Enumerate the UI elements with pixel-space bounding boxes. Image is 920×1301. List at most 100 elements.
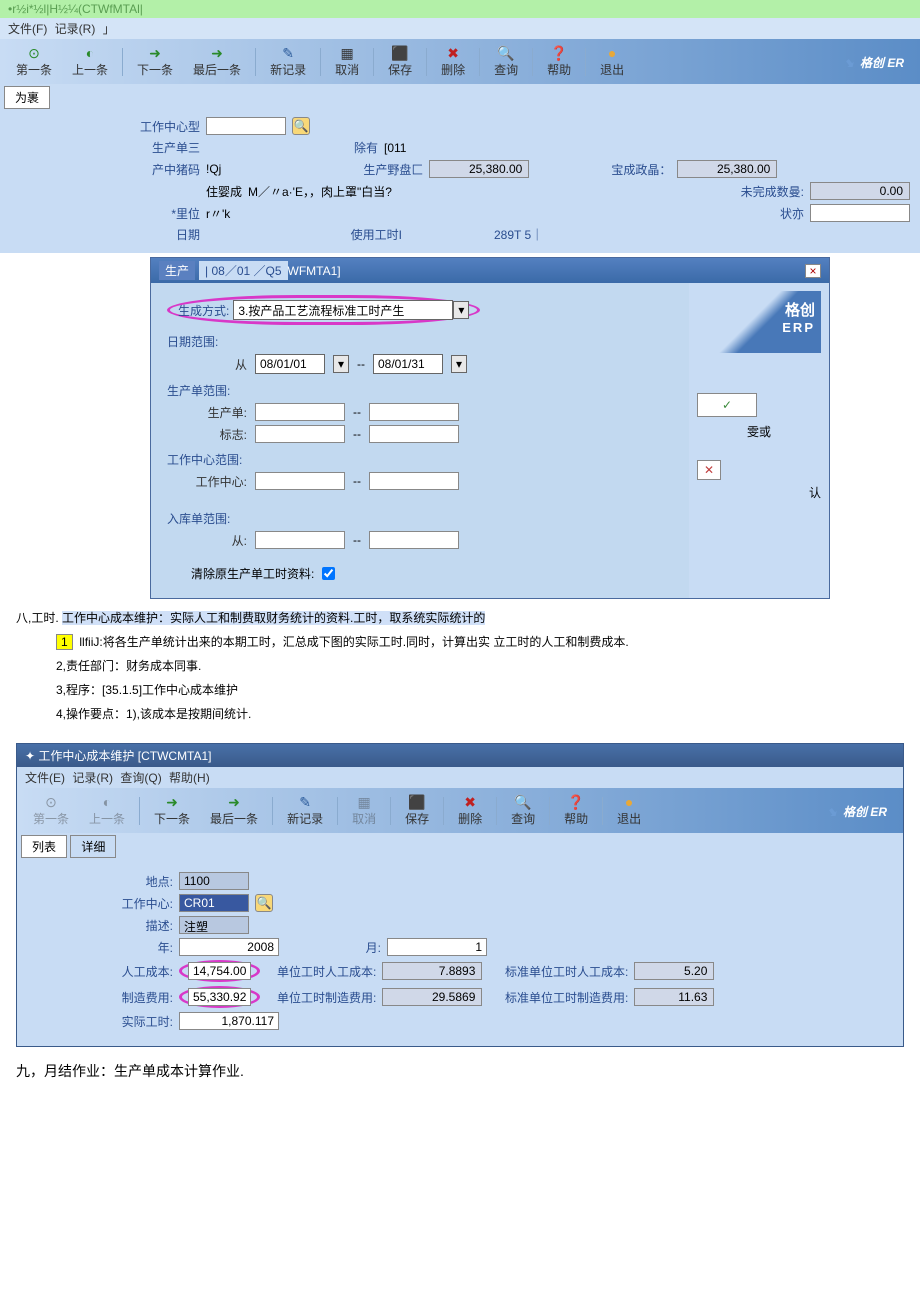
tab-detail[interactable]: 详细 (70, 835, 116, 858)
lbl-labor: 人工成本: (113, 963, 173, 980)
tb2-query[interactable]: 🔍查询 (503, 792, 543, 829)
tb-help[interactable]: ❓帮助 (539, 43, 579, 80)
val-wc2[interactable]: CR01 (179, 894, 249, 912)
val-didian: 1100 (179, 872, 249, 890)
tb2-next[interactable]: ➜下一条 (146, 792, 198, 829)
val-prodye: 25,380.00 (429, 160, 529, 178)
dialog-tab: 生产 (159, 261, 195, 280)
lbl-prodrange: 生产单范围: (167, 382, 673, 399)
inp-date-from[interactable]: 08/01/01 (255, 354, 325, 374)
inp-stock-from[interactable] (255, 531, 345, 549)
win2-brand: ⬊格创 ER (827, 800, 895, 821)
tb2-new[interactable]: ✎新记录 (279, 792, 331, 829)
tb2-first: ⊙第一条 (25, 792, 77, 829)
win2-titlebar: ✦ 工作中心成本维护 [CTWCMTA1] (17, 744, 903, 767)
tb2-exit[interactable]: ●退出 (609, 792, 649, 829)
win2-menu-record[interactable]: 记录(R) (72, 771, 113, 785)
tb2-last[interactable]: ➜最后一条 (202, 792, 266, 829)
win2-menu-file[interactable]: 文件(E) (25, 771, 65, 785)
tb-last[interactable]: ➜最后一条 (185, 43, 249, 80)
tb-prev[interactable]: ◐上一条 (64, 43, 116, 80)
tb-new[interactable]: ✎新记录 (262, 43, 314, 80)
lbl-mfg: 制造费用: (113, 989, 173, 1006)
lookup-icon[interactable]: 🔍 (255, 894, 273, 912)
tb2-help[interactable]: ❓帮助 (556, 792, 596, 829)
lbl-wc-type: 工作中心型 (120, 118, 200, 135)
inp-flag-from[interactable] (255, 425, 345, 443)
inp-order-from[interactable] (255, 403, 345, 421)
lbl-stdunitmfg: 标准单位工时制造费用: (488, 989, 628, 1006)
inp-date-to[interactable]: 08/01/31 (373, 354, 443, 374)
brand2: 格创 (703, 299, 815, 320)
lookup-icon[interactable]: 🔍 (292, 117, 310, 135)
tb-query[interactable]: 🔍查询 (486, 43, 526, 80)
close-icon[interactable]: × (805, 264, 821, 278)
tb-exit[interactable]: ●退出 (592, 43, 632, 80)
inp-flag-to[interactable] (369, 425, 459, 443)
chevron-down-icon[interactable]: ▾ (453, 301, 469, 319)
lbl-jiaoxiu: 宝成政晶： (591, 161, 671, 178)
tb-delete[interactable]: ✖删除 (433, 43, 473, 80)
lbl-shiyong: 使用工时I (332, 226, 402, 243)
chevron-down-icon[interactable]: ▾ (451, 355, 467, 373)
win2-tabrow: 列表 详细 (17, 833, 903, 860)
last-icon: ➜ (209, 45, 225, 61)
inp-wc-to[interactable] (369, 472, 459, 490)
title-bar: •r½i*½l|H½¼(CTWfMTAl| (0, 0, 920, 18)
inp-wc-type[interactable] (206, 117, 286, 135)
lbl-from: 从 (191, 356, 247, 373)
lbl-wcrange: 工作中心范围: (167, 451, 673, 468)
menu-more: 」 (103, 22, 115, 36)
lbl-prodcode: 产中猪码 (120, 161, 200, 178)
sel-method[interactable]: 3.按产品工艺流程标准工时产生 (233, 300, 453, 320)
inp-stock-to[interactable] (369, 531, 459, 549)
chk-clear[interactable] (322, 567, 335, 580)
lbl-unitmfg: 单位工时制造费用: (266, 989, 376, 1006)
method-highlight: 生成方式: 3.按产品工艺流程标准工时产生 ▾ (167, 295, 480, 325)
menu-file[interactable]: 文件(F) (8, 22, 47, 36)
brand-logo: ⬊格创 ER (844, 51, 912, 72)
tb2-save[interactable]: ⬛保存 (397, 792, 437, 829)
tb-cancel[interactable]: ▦取消 (327, 43, 367, 80)
lbl-zhuying: 住婴成 (206, 183, 242, 200)
lbl-desc: 描述: (113, 917, 173, 934)
btn-ok[interactable]: ✓ (697, 393, 757, 417)
tab-list[interactable]: 列表 (21, 835, 67, 858)
win2-menu-query[interactable]: 查询(Q) (120, 771, 161, 785)
val-month[interactable]: 1 (387, 938, 487, 956)
dialog-title-code: WFMTA1] (288, 264, 341, 278)
tb-first[interactable]: ⊙第一条 (8, 43, 60, 80)
sec9-title: 九，月结作业：生产单成本计算作业. (16, 1061, 904, 1082)
val-jiaoxiu: 25,380.00 (677, 160, 777, 178)
save-icon: ⬛ (392, 45, 408, 61)
chevron-down-icon[interactable]: ▾ (333, 355, 349, 373)
tb2-prev: ◐上一条 (81, 792, 133, 829)
inp-wc-from[interactable] (255, 472, 345, 490)
tb-save[interactable]: ⬛保存 (380, 43, 420, 80)
tab-weibiao[interactable]: 为裹 (4, 86, 50, 109)
val-year[interactable]: 2008 (179, 938, 279, 956)
lbl-stdunitlabor: 标准单位工时人工成本: (488, 963, 628, 980)
p1-num: 1 (56, 634, 73, 650)
val-mfg[interactable]: 55,330.92 (188, 988, 251, 1006)
win2-menu-help[interactable]: 帮助(H) (169, 771, 210, 785)
p3: 3,程序：[35.1.5]工作中心成本维护 (16, 681, 904, 699)
val-labor[interactable]: 14,754.00 (188, 962, 251, 980)
val-actual[interactable]: 1,870.117 (179, 1012, 279, 1030)
val-chuyou: [011 (384, 141, 406, 155)
menu-record[interactable]: 记录(R) (55, 22, 96, 36)
prev-icon: ◐ (82, 45, 98, 61)
inp-order-to[interactable] (369, 403, 459, 421)
tb2-delete[interactable]: ✖删除 (450, 792, 490, 829)
val-weiwan: 0.00 (810, 182, 910, 200)
doc-section-2: 九，月结作业：生产单成本计算作业. (0, 1055, 920, 1094)
btn-ok-label: 雯或 (697, 423, 821, 440)
tb-next[interactable]: ➜下一条 (129, 43, 181, 80)
btn-more-label: 认 (697, 484, 821, 501)
val-shiyong: 289T 5｜ (494, 226, 543, 243)
first-icon: ⊙ (26, 45, 42, 61)
inp-status[interactable] (810, 204, 910, 222)
win2-title-text: 工作中心成本维护 [CTWCMTA1] (38, 749, 211, 763)
btn-cancel[interactable]: ✕ (697, 460, 721, 480)
p1: llfiiJ:将各生产单统计出来的本期工时，汇总成下图的实际工时.同时，计算出实… (79, 635, 628, 649)
